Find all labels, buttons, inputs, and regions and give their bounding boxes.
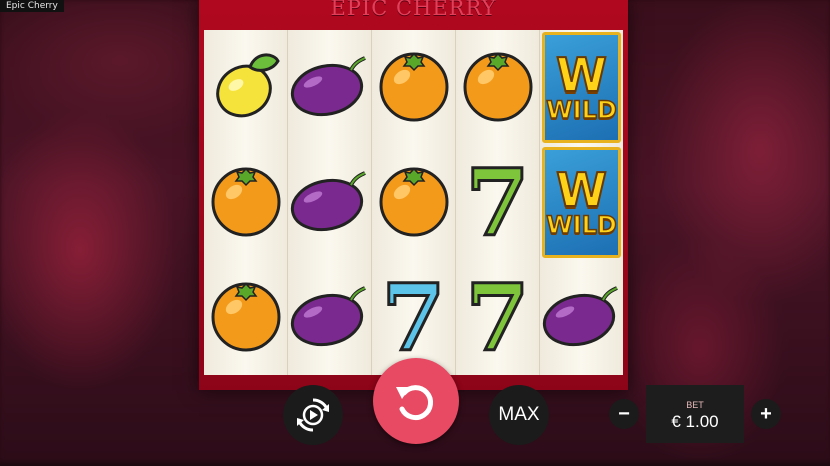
reel-cell bbox=[204, 145, 287, 260]
reel-1 bbox=[204, 30, 288, 375]
reel-cell bbox=[288, 30, 371, 145]
reel-cell bbox=[456, 30, 539, 145]
wild-text: WILD bbox=[545, 210, 617, 239]
plum-icon bbox=[289, 167, 371, 238]
wild-symbol: W WILD bbox=[542, 32, 621, 143]
increase-bet-button[interactable]: + bbox=[751, 399, 781, 429]
decrease-bet-button[interactable]: − bbox=[609, 399, 639, 429]
reel-cell: W WILD bbox=[540, 30, 623, 145]
lemon-icon bbox=[206, 45, 286, 130]
reel-4: 77 bbox=[456, 30, 540, 375]
spin-button[interactable] bbox=[373, 358, 459, 444]
bottom-shade bbox=[0, 458, 830, 466]
wild-text: WILD bbox=[545, 95, 617, 124]
reel-cell bbox=[372, 30, 455, 145]
reel-cell: W WILD bbox=[540, 145, 623, 260]
autoplay-button[interactable] bbox=[283, 385, 343, 445]
orange-icon bbox=[376, 162, 452, 243]
plum-icon bbox=[289, 52, 371, 123]
reel-cell bbox=[540, 260, 623, 375]
reel-2 bbox=[288, 30, 372, 375]
spin-icon bbox=[396, 385, 433, 421]
orange-icon bbox=[208, 277, 284, 358]
seven-green-symbol: 7 bbox=[464, 263, 531, 372]
game-title: EPIC CHERRY bbox=[330, 0, 497, 20]
plum-icon bbox=[541, 282, 623, 353]
orange-icon bbox=[376, 47, 452, 128]
reel-3: 7 bbox=[372, 30, 456, 375]
reel-cell bbox=[288, 260, 371, 375]
autoplay-icon bbox=[297, 398, 329, 432]
slot-machine: EPIC CHERRY 7 7 7 W WILD W WILD bbox=[199, 0, 628, 390]
orange-icon bbox=[208, 162, 284, 243]
seven-blue-symbol: 7 bbox=[380, 263, 447, 372]
reels-grid: 7 7 7 W WILD W WILD bbox=[204, 30, 623, 375]
wild-symbol: W WILD bbox=[542, 147, 621, 258]
orange-icon bbox=[460, 47, 536, 128]
reel-cell: 7 bbox=[456, 145, 539, 260]
seven-green-symbol: 7 bbox=[464, 148, 531, 257]
window-title: Epic Cherry bbox=[0, 0, 64, 12]
wild-letter: W bbox=[555, 47, 608, 102]
wild-letter: W bbox=[555, 162, 608, 217]
reel-cell bbox=[288, 145, 371, 260]
reel-cell bbox=[372, 145, 455, 260]
reel-cell: 7 bbox=[456, 260, 539, 375]
reel-cell bbox=[204, 30, 287, 145]
max-bet-button[interactable]: MAX bbox=[489, 385, 549, 445]
reel-5: W WILD W WILD bbox=[540, 30, 623, 375]
plum-icon bbox=[289, 282, 371, 353]
reel-cell bbox=[204, 260, 287, 375]
